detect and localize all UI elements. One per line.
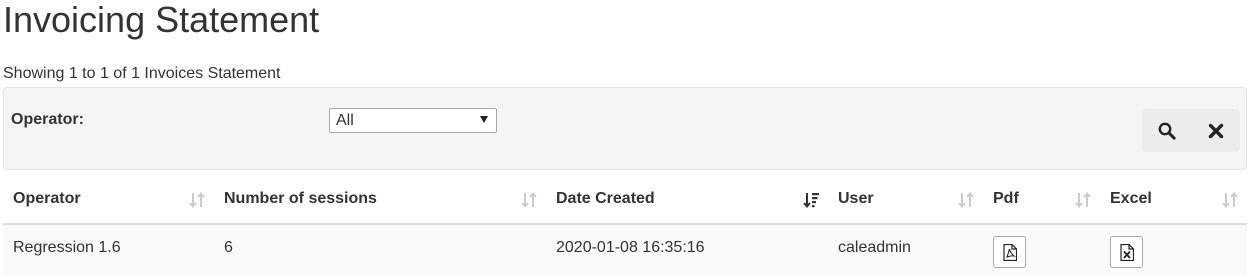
operator-select[interactable]: All [329, 108, 497, 133]
search-icon [1158, 122, 1176, 140]
column-header-operator[interactable]: Operator [3, 174, 214, 225]
close-icon [1208, 123, 1223, 138]
sort-icon [521, 191, 537, 209]
sort-icon [1075, 191, 1091, 209]
column-header-pdf[interactable]: Pdf [983, 174, 1100, 225]
excel-file-icon [1119, 243, 1134, 261]
column-header-excel[interactable]: Excel [1100, 174, 1247, 225]
column-header-user[interactable]: User [828, 174, 983, 225]
invoices-table: Operator Number of sessions Date Created [3, 174, 1247, 276]
table-header-row: Operator Number of sessions Date Created [3, 174, 1247, 225]
chevron-down-icon [480, 116, 488, 123]
cell-operator: Regression 1.6 [3, 224, 214, 276]
filter-actions [1142, 109, 1240, 152]
download-pdf-button[interactable] [993, 236, 1026, 268]
sort-icon [958, 191, 974, 209]
cell-excel [1100, 224, 1247, 276]
clear-filter-button[interactable] [1191, 109, 1240, 152]
column-header-date-created[interactable]: Date Created [546, 174, 828, 225]
search-button[interactable] [1142, 109, 1191, 152]
column-header-label: Date Created [556, 189, 655, 207]
column-header-label: Number of sessions [224, 189, 377, 207]
column-header-label: User [838, 189, 874, 207]
download-excel-button[interactable] [1110, 236, 1143, 268]
column-header-label: Pdf [993, 189, 1019, 207]
cell-user: caleadmin [828, 224, 983, 276]
cell-pdf [983, 224, 1100, 276]
operator-filter-label: Operator: [11, 111, 84, 128]
cell-date-created: 2020-01-08 16:35:16 [546, 224, 828, 276]
sort-descending-icon [803, 193, 819, 209]
column-header-label: Operator [13, 189, 81, 207]
operator-select-value: All [336, 112, 354, 129]
showing-summary: Showing 1 to 1 of 1 Invoices Statement [3, 65, 281, 82]
pdf-file-icon [1002, 243, 1017, 261]
cell-sessions: 6 [214, 224, 546, 276]
table-row: Regression 1.6 6 2020-01-08 16:35:16 cal… [3, 224, 1247, 276]
sort-icon [1222, 191, 1238, 209]
page-title: Invoicing Statement [3, 0, 320, 40]
filter-panel: Operator: All [3, 87, 1247, 170]
column-header-label: Excel [1110, 189, 1152, 207]
sort-icon [189, 191, 205, 209]
column-header-sessions[interactable]: Number of sessions [214, 174, 546, 225]
